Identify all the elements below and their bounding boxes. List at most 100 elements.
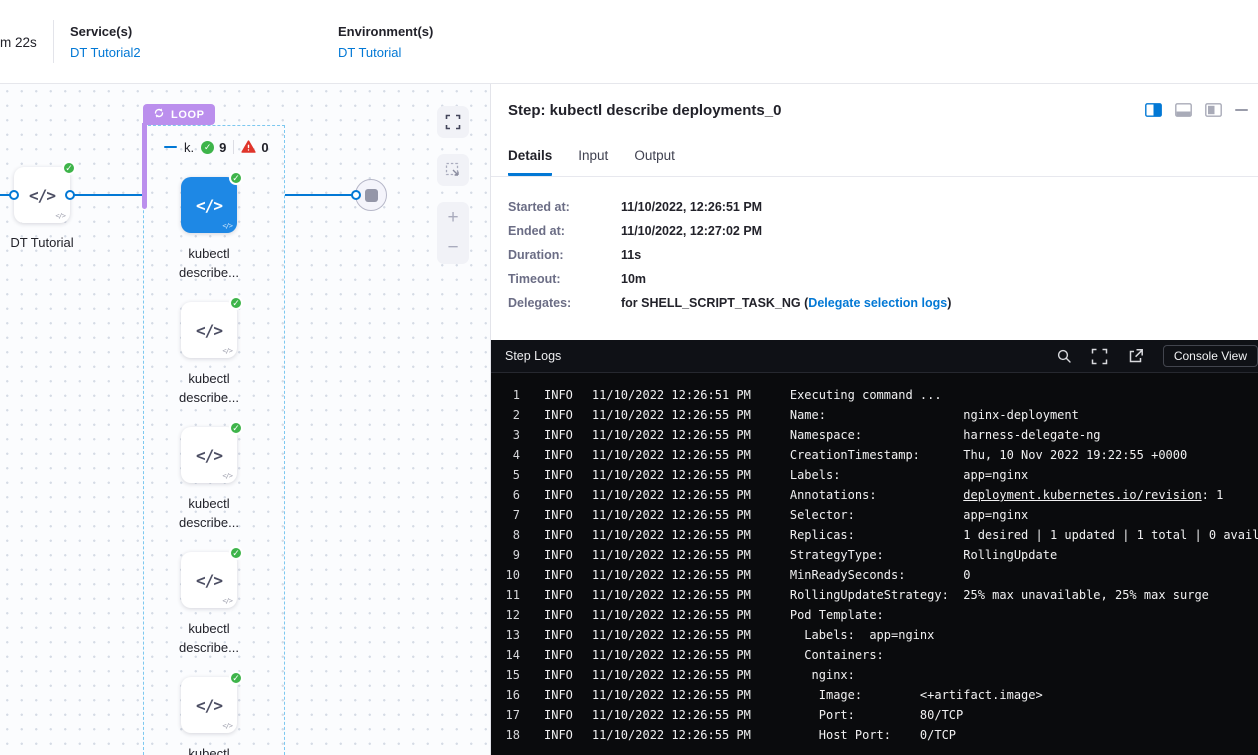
log-line: 9 INFO 11/10/2022 12:26:55 PM StrategyTy…: [491, 545, 1258, 565]
step-node-kubectl-describe[interactable]: </> </> ✓: [181, 302, 237, 358]
right-split-view-icon[interactable]: [1145, 103, 1162, 117]
step-node-kubectl-describe[interactable]: </> </> ✓: [181, 677, 237, 733]
loop-badge[interactable]: LOOP: [143, 104, 215, 125]
left-panel-view-icon[interactable]: [1205, 103, 1222, 117]
log-line: 16 INFO 11/10/2022 12:26:55 PM Image: <+…: [491, 685, 1258, 705]
log-level: INFO: [544, 528, 573, 542]
log-level: INFO: [544, 628, 573, 642]
log-timestamp: 11/10/2022 12:26:55 PM: [592, 708, 751, 722]
service-link[interactable]: DT Tutorial2: [70, 45, 141, 60]
log-line-number: 15: [491, 668, 520, 682]
log-timestamp: 11/10/2022 12:26:55 PM: [592, 648, 751, 662]
step-node-kubectl-describe[interactable]: </> </> ✓: [181, 427, 237, 483]
connector-dot[interactable]: [65, 190, 75, 200]
environment-label: Environment(s): [338, 24, 433, 39]
detail-label: Delegates:: [508, 296, 621, 310]
loop-icon: [153, 107, 165, 122]
code-mini-icon: </>: [55, 212, 65, 220]
step-node-kubectl-describe[interactable]: </> </> ✓: [181, 177, 237, 233]
log-level: INFO: [544, 688, 573, 702]
open-in-new-tab-icon[interactable]: [1127, 348, 1144, 365]
search-logs-icon[interactable]: [1056, 348, 1072, 364]
log-timestamp: 11/10/2022 12:26:55 PM: [592, 668, 751, 682]
console-view-button[interactable]: Console View: [1163, 345, 1258, 367]
log-line-number: 18: [491, 728, 520, 742]
collapse-group-icon[interactable]: [164, 146, 177, 149]
log-level: INFO: [544, 408, 573, 422]
stage-node-dt-tutorial[interactable]: </> </> ✓: [14, 167, 70, 223]
log-level: INFO: [544, 608, 573, 622]
log-timestamp: 11/10/2022 12:26:55 PM: [592, 468, 751, 482]
header-divider: [53, 20, 54, 63]
step-node-label: kubectldescribe...: [149, 244, 269, 282]
canvas-fullscreen-button[interactable]: [437, 106, 469, 138]
log-line: 5 INFO 11/10/2022 12:26:55 PM Labels: ap…: [491, 465, 1258, 485]
success-check-icon: ✓: [229, 671, 243, 685]
canvas-zoom-control: + −: [437, 202, 469, 264]
success-check-icon: ✓: [62, 161, 76, 175]
tab-output[interactable]: Output: [634, 148, 675, 176]
step-node-kubectl-describe[interactable]: </> </> ✓: [181, 552, 237, 608]
logs-console[interactable]: 1 INFO 11/10/2022 12:26:51 PM Executing …: [491, 373, 1258, 755]
pipeline-canvas[interactable]: LOOP k. ✓ 9 0 </> </> ✓ DT Tutorial </> …: [0, 84, 491, 755]
log-message: Containers:: [790, 648, 884, 662]
log-message: nginx:: [790, 668, 855, 682]
log-timestamp: 11/10/2022 12:26:55 PM: [592, 548, 751, 562]
log-line-number: 7: [491, 508, 520, 522]
step-details-header: Step: kubectl describe deployments_0 Det…: [491, 84, 1258, 177]
detail-row: Delegates: for SHELL_SCRIPT_TASK_NG (Del…: [508, 296, 1258, 310]
log-level: INFO: [544, 708, 573, 722]
log-line: 12 INFO 11/10/2022 12:26:55 PM Pod Templ…: [491, 605, 1258, 625]
delegate-selection-logs-link[interactable]: Delegate selection logs: [808, 296, 947, 310]
log-line: 10 INFO 11/10/2022 12:26:55 PM MinReadyS…: [491, 565, 1258, 585]
code-mini-icon: </>: [222, 722, 232, 730]
log-message: MinReadySeconds: 0: [790, 568, 971, 582]
zoom-out-button[interactable]: −: [447, 234, 458, 262]
step-tabs: Details Input Output: [491, 148, 1258, 177]
log-line-number: 4: [491, 448, 520, 462]
step-node-label: kubectldescribe...: [149, 619, 269, 657]
success-check-icon: ✓: [229, 421, 243, 435]
log-message: Port: 80/TCP: [790, 708, 963, 722]
log-message: Selector: app=nginx: [790, 508, 1028, 522]
log-message: CreationTimestamp: Thu, 10 Nov 2022 19:2…: [790, 448, 1187, 462]
log-message: Image: <+artifact.image>: [790, 688, 1043, 702]
log-line: 11 INFO 11/10/2022 12:26:55 PM RollingUp…: [491, 585, 1258, 605]
logs-fullscreen-icon[interactable]: [1091, 348, 1108, 365]
success-count: 9: [219, 140, 226, 155]
log-line: 17 INFO 11/10/2022 12:26:55 PM Port: 80/…: [491, 705, 1258, 725]
bottom-split-view-icon[interactable]: [1175, 103, 1192, 117]
step-logs-title: Step Logs: [505, 349, 561, 363]
detail-row: Timeout: 10m: [508, 272, 1258, 286]
success-check-icon: ✓: [229, 171, 243, 185]
log-level: INFO: [544, 508, 573, 522]
log-link[interactable]: deployment.kubernetes.io/revision: [963, 488, 1201, 502]
execution-header-bar: m 22s Service(s) DT Tutorial2 Environmen…: [0, 0, 1258, 84]
log-level: INFO: [544, 428, 573, 442]
step-details-panel: Step: kubectl describe deployments_0 Det…: [491, 84, 1258, 755]
log-level: INFO: [544, 728, 573, 742]
failed-count: 0: [261, 140, 268, 155]
connector-dot[interactable]: [351, 190, 361, 200]
log-timestamp: 11/10/2022 12:26:55 PM: [592, 528, 751, 542]
marquee-select-icon: [445, 162, 461, 178]
zoom-in-button[interactable]: +: [447, 204, 458, 232]
step-node-label: kubectldescribe...: [149, 494, 269, 532]
log-line-number: 16: [491, 688, 520, 702]
connector-dot[interactable]: [9, 190, 19, 200]
step-node-label: kubectldescribe...: [149, 369, 269, 407]
edge-line: [285, 194, 357, 196]
tab-input[interactable]: Input: [578, 148, 608, 176]
minimize-panel-icon[interactable]: [1235, 108, 1248, 112]
tab-details[interactable]: Details: [508, 148, 552, 176]
environment-link[interactable]: DT Tutorial: [338, 45, 433, 60]
detail-label: Ended at:: [508, 224, 621, 238]
detail-value: 10m: [621, 272, 646, 286]
count-divider: [233, 140, 234, 154]
execution-duration: m 22s: [0, 35, 37, 50]
log-line-number: 12: [491, 608, 520, 622]
panel-view-toggles: [1145, 103, 1248, 117]
detail-row: Duration: 11s: [508, 248, 1258, 262]
canvas-marquee-select-button[interactable]: [437, 154, 469, 186]
log-line-number: 5: [491, 468, 520, 482]
